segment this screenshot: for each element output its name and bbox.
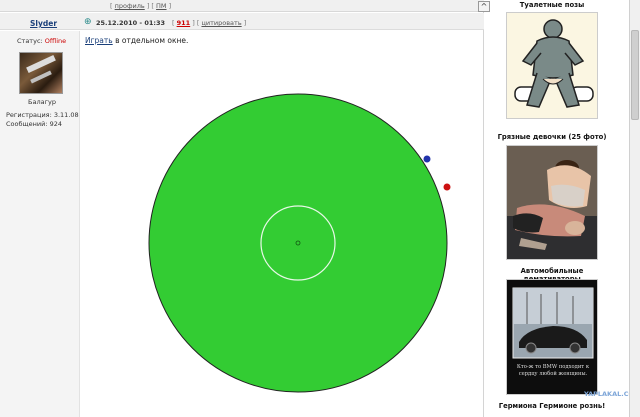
top-links-bar: [ профиль ] [ ПМ ] bbox=[0, 0, 484, 12]
avatar[interactable] bbox=[19, 52, 63, 94]
play-link[interactable]: Играть bbox=[85, 36, 113, 45]
post-date: 25.12.2010 - 01:33 bbox=[96, 19, 166, 27]
post-body: Играть в отдельном окне. bbox=[85, 36, 188, 45]
sidebar-item-image[interactable] bbox=[506, 12, 598, 119]
pm-link[interactable]: ПМ bbox=[156, 2, 167, 10]
dirty-girls-image bbox=[507, 146, 597, 259]
forum-post-area: [ профиль ] [ ПМ ] Slyder ⊕ 25.12.2010 -… bbox=[0, 0, 484, 417]
toilet-poses-image bbox=[507, 13, 597, 118]
red-player-dot[interactable] bbox=[443, 183, 451, 191]
play-line: Играть в отдельном окне. bbox=[85, 36, 189, 45]
user-rank: Балагур bbox=[28, 98, 56, 106]
sidebar-item-image[interactable] bbox=[506, 145, 598, 260]
post-actions: [ 911 ] [ цитировать ] bbox=[172, 19, 247, 27]
game-canvas[interactable] bbox=[140, 85, 460, 405]
registration-date: Регистрация: 3.11.08 bbox=[6, 111, 79, 119]
user-status: Статус: Offline bbox=[17, 37, 67, 45]
message-count: Сообщений: 924 bbox=[6, 120, 62, 128]
username-link[interactable]: Slyder bbox=[30, 19, 57, 28]
user-info-column: Статус: Offline Балагур Регистрация: 3.1… bbox=[0, 31, 80, 417]
profile-links: [ профиль ] [ ПМ ] bbox=[110, 2, 172, 10]
page-scrollbar[interactable] bbox=[629, 0, 640, 417]
sidebar-item-title[interactable]: Грязные девочки (25 фото) bbox=[497, 133, 607, 141]
collapse-sidebar-button[interactable]: ^ bbox=[478, 1, 490, 12]
post-number-link[interactable]: 911 bbox=[177, 19, 191, 27]
post-marker-icon: ⊕ bbox=[84, 17, 92, 27]
sidebar-item-title[interactable]: Гермиона Гермионе рознь! bbox=[497, 402, 607, 410]
profile-link[interactable]: профиль bbox=[115, 2, 145, 10]
sidebar-item-image[interactable]: Кто-ж то BMW подходит к сердцу любой жен… bbox=[506, 279, 598, 395]
quote-link[interactable]: цитировать bbox=[201, 19, 241, 27]
blue-player-dot[interactable] bbox=[423, 155, 431, 163]
status-value: Offline bbox=[44, 37, 67, 45]
game-field bbox=[148, 93, 448, 393]
scroll-thumb[interactable] bbox=[631, 30, 639, 120]
demotivator-caption: Кто-ж то BMW подходит к сердцу любой жен… bbox=[516, 364, 590, 377]
post-header: Slyder ⊕ 25.12.2010 - 01:33 [ 911 ] [ ци… bbox=[0, 13, 484, 30]
sidebar-item-title[interactable]: Туалетные позы bbox=[497, 1, 607, 9]
